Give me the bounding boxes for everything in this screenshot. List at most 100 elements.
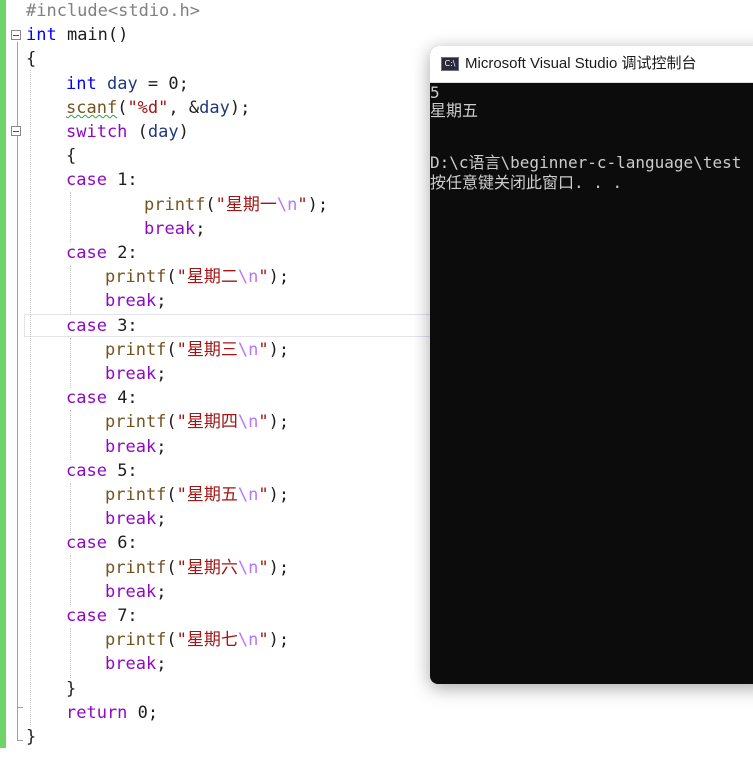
code-token: " <box>258 267 269 288</box>
code-line[interactable]: printf("星期二\n"); <box>105 265 289 289</box>
code-token: ; <box>156 654 167 675</box>
change-tracking-bar <box>0 0 6 748</box>
code-token: " <box>297 194 308 215</box>
indent-guide <box>70 192 71 242</box>
code-token: case <box>66 243 107 263</box>
code-line[interactable]: return 0; <box>66 701 158 725</box>
code-token: \n <box>276 194 298 215</box>
code-line[interactable]: { <box>26 47 36 71</box>
code-token: break <box>105 364 157 384</box>
code-token: case <box>66 388 107 409</box>
code-token: printf <box>144 194 206 215</box>
code-token: 6: <box>106 533 138 554</box>
code-line[interactable]: scanf("%d", &day); <box>66 96 250 120</box>
code-token: break <box>105 581 157 602</box>
code-token: day <box>106 73 138 94</box>
code-token: "星期五 <box>176 485 238 505</box>
indent-guide <box>70 628 71 678</box>
indent-guide <box>70 410 71 460</box>
code-token: ); <box>229 97 251 118</box>
console-app-icon: C:\ <box>441 57 459 71</box>
code-token: \n <box>237 557 259 578</box>
code-token: 1: <box>106 170 138 191</box>
code-line[interactable]: } <box>26 725 36 749</box>
outline-line <box>17 42 18 740</box>
code-token: "星期三 <box>176 339 238 360</box>
code-line[interactable]: switch (day) <box>66 120 189 144</box>
code-token: } <box>26 727 37 747</box>
code-line[interactable]: break; <box>105 580 166 604</box>
code-line[interactable]: printf("星期五\n"); <box>105 483 289 507</box>
code-line[interactable]: case 5: <box>66 459 138 483</box>
code-token: , & <box>168 97 200 118</box>
console-line: 星期五 <box>430 101 479 120</box>
code-token: 2: <box>106 243 138 263</box>
code-line[interactable]: break; <box>105 289 166 313</box>
code-line[interactable]: printf("星期七\n"); <box>105 628 289 652</box>
code-token: #include<stdio.h> <box>26 1 200 21</box>
code-token: ); <box>268 339 290 360</box>
code-line[interactable]: } <box>66 677 76 701</box>
code-line[interactable]: break; <box>105 435 166 459</box>
code-token: ( <box>166 412 177 433</box>
code-line[interactable]: break; <box>144 217 205 241</box>
code-line[interactable]: case 4: <box>66 386 138 410</box>
code-line[interactable]: int day = 0; <box>66 72 189 96</box>
code-token: ( <box>166 339 177 360</box>
code-token: break <box>105 291 157 312</box>
code-line[interactable]: printf("星期一\n"); <box>144 193 328 217</box>
code-token: ); <box>268 630 290 651</box>
code-line[interactable]: case 2: <box>66 241 138 265</box>
fold-main-icon[interactable] <box>11 30 21 40</box>
indent-guide <box>70 483 71 533</box>
code-line[interactable]: printf("星期六\n"); <box>105 556 289 580</box>
code-token: return <box>66 702 128 723</box>
code-token: printf <box>105 485 167 505</box>
fold-switch-icon[interactable] <box>11 126 21 136</box>
code-line[interactable]: #include<stdio.h> <box>26 0 200 23</box>
code-token: } <box>66 678 77 699</box>
code-token: \n <box>237 630 259 651</box>
code-token: ( <box>166 557 177 578</box>
code-line[interactable]: break; <box>105 652 166 676</box>
indent-guide <box>70 338 71 388</box>
code-token: ( <box>166 630 177 651</box>
code-line[interactable]: case 1: <box>66 168 138 192</box>
code-token: ); <box>268 557 290 578</box>
code-token: ) <box>178 122 189 142</box>
code-line[interactable]: case 6: <box>66 531 138 555</box>
code-token: \n <box>237 485 259 505</box>
code-token: 7: <box>106 606 138 626</box>
code-token: int <box>66 73 97 94</box>
code-token: = 0; <box>137 73 189 94</box>
code-token: 0; <box>127 702 159 723</box>
code-token: "星期七 <box>176 630 238 651</box>
code-line[interactable]: int main() <box>26 23 128 47</box>
code-token: " <box>258 630 269 651</box>
code-line[interactable]: break; <box>105 507 166 531</box>
indent-guide <box>30 70 31 725</box>
console-line: D:\c语言\beginner-c-language\test <box>430 153 742 172</box>
code-token: case <box>66 606 107 626</box>
code-line[interactable]: case 7: <box>66 604 138 628</box>
code-token: "星期一 <box>215 194 277 215</box>
code-token: ( <box>166 485 177 505</box>
console-titlebar[interactable]: C:\ Microsoft Visual Studio 调试控制台 <box>430 46 753 83</box>
code-token: ; <box>156 291 167 312</box>
code-token: " <box>258 339 269 360</box>
code-token: case <box>66 533 107 554</box>
code-line[interactable]: break; <box>105 362 166 386</box>
code-token: case <box>66 170 107 191</box>
code-token: ); <box>268 485 290 505</box>
fold-end-tick <box>17 707 23 708</box>
code-token: main() <box>56 25 129 46</box>
code-line[interactable]: printf("星期四\n"); <box>105 410 289 434</box>
code-token: day <box>199 97 230 118</box>
code-token: "星期四 <box>176 412 238 433</box>
code-token: ; <box>156 436 167 457</box>
code-line[interactable]: case 3: <box>66 314 138 338</box>
code-line[interactable]: { <box>66 144 76 168</box>
debug-console-window[interactable]: C:\ Microsoft Visual Studio 调试控制台 5 星期五 D:… <box>430 46 753 684</box>
code-line[interactable]: printf("星期三\n"); <box>105 338 289 362</box>
code-token: break <box>144 218 196 239</box>
